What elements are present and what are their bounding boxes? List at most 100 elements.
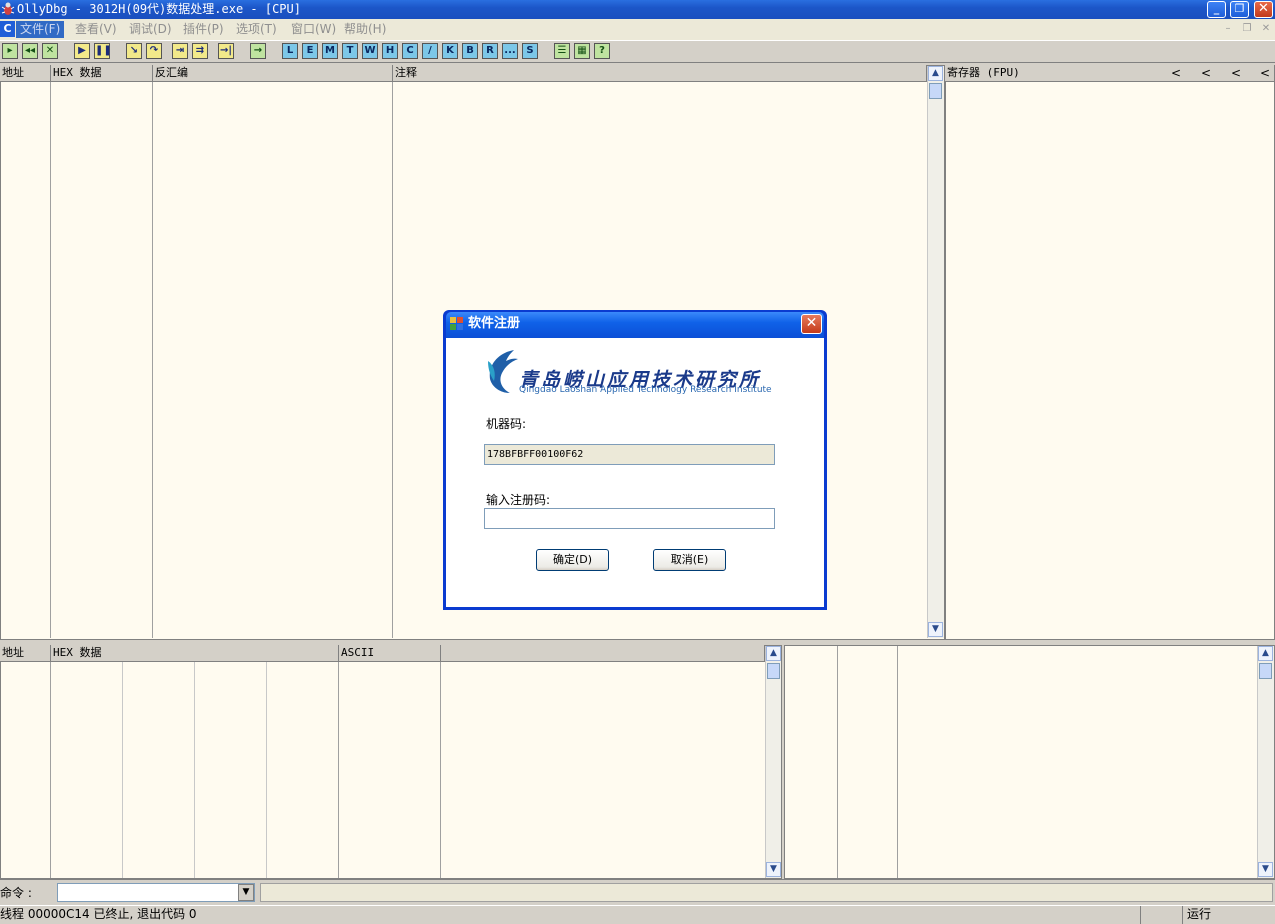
mdi-minimize-button[interactable]: – — [1222, 23, 1234, 35]
call-stack-icon[interactable]: K — [442, 43, 458, 59]
minimize-button[interactable]: _ — [1207, 1, 1226, 18]
open-icon[interactable]: ▸ — [2, 43, 18, 59]
disasm-scrollbar[interactable] — [927, 66, 944, 638]
dump-header-hex[interactable]: HEX 数据 — [51, 645, 339, 662]
source-icon[interactable]: S — [522, 43, 538, 59]
registration-code-input[interactable] — [484, 508, 775, 529]
trace-over-icon[interactable]: ⇉ — [192, 43, 208, 59]
disasm-header-hex[interactable]: HEX 数据 — [51, 65, 153, 82]
disasm-header-comment[interactable]: 注释 — [393, 65, 927, 82]
dump-header-ascii[interactable]: ASCII — [339, 645, 441, 662]
run-trace-icon[interactable]: ... — [502, 43, 518, 59]
scroll-down-icon[interactable]: ▼ — [1258, 862, 1273, 877]
column-divider — [440, 662, 441, 878]
close-button[interactable]: ✕ — [1254, 1, 1273, 18]
trace-into-icon[interactable]: ⇥ — [172, 43, 188, 59]
modules-icon[interactable]: E — [302, 43, 318, 59]
execute-till-return-icon[interactable]: →| — [218, 43, 234, 59]
scroll-down-icon[interactable]: ▼ — [766, 862, 781, 877]
menu-debug[interactable]: 调试(D) — [125, 21, 176, 38]
command-info-field — [260, 883, 1273, 902]
scroll-thumb[interactable] — [929, 83, 942, 99]
disasm-header-disassembly[interactable]: 反汇编 — [153, 65, 393, 82]
pause-icon[interactable]: ❚❚ — [94, 43, 112, 59]
dump-header-address[interactable]: 地址 — [0, 645, 51, 662]
run-icon[interactable]: ▶ — [74, 43, 90, 59]
dump-header-blank — [441, 645, 765, 662]
menu-file[interactable]: 文件(F) — [16, 21, 65, 38]
register-arrow-icon[interactable]: < — [1201, 66, 1211, 80]
scroll-up-icon[interactable]: ▲ — [766, 646, 781, 661]
menu-view[interactable]: 查看(V) — [71, 21, 121, 38]
column-divider — [266, 662, 267, 878]
ollydbg-bug-icon[interactable] — [1, 1, 15, 17]
column-divider — [152, 82, 153, 638]
cancel-button[interactable]: 取消(E) — [653, 549, 726, 571]
restore-button[interactable]: ❐ — [1230, 1, 1249, 18]
registers-pane[interactable] — [945, 65, 1275, 640]
window-title: OllyDbg - 3012H(09代)数据处理.exe - [CPU] — [17, 2, 301, 16]
dialog-close-button[interactable]: ✕ — [801, 314, 822, 334]
dump-scrollbar[interactable] — [765, 646, 781, 878]
scroll-thumb[interactable] — [767, 663, 780, 679]
registration-code-label: 输入注册码: — [486, 493, 551, 507]
status-divider — [1140, 906, 1141, 924]
institute-logo-subtitle: Qingdao Laoshan Applied Technology Resea… — [519, 385, 772, 395]
menu-options[interactable]: 选项(T) — [232, 21, 281, 38]
institute-logo-icon — [484, 347, 524, 395]
scroll-up-icon[interactable]: ▲ — [928, 66, 943, 81]
dialog-title: 软件注册 — [468, 316, 521, 331]
log-window-icon[interactable]: L — [282, 43, 298, 59]
menu-window[interactable]: 窗口(W) — [287, 21, 340, 38]
command-label: 命令 : — [0, 886, 32, 900]
scroll-up-icon[interactable]: ▲ — [1258, 646, 1273, 661]
windows-icon[interactable]: W — [362, 43, 378, 59]
ok-button[interactable]: 确定(D) — [536, 549, 609, 571]
machine-code-field[interactable]: 178BFBFF00100F62 — [484, 444, 775, 465]
go-to-icon[interactable]: → — [250, 43, 266, 59]
column-divider — [392, 82, 393, 638]
registers-header[interactable]: 寄存器 (FPU) — [945, 65, 1275, 82]
dialog-app-icon — [450, 317, 463, 330]
menu-help[interactable]: 帮助(H) — [340, 21, 390, 38]
chevron-down-icon[interactable]: ▼ — [238, 884, 254, 901]
restart-icon[interactable]: ◂◂ — [22, 43, 38, 59]
scroll-thumb[interactable] — [1259, 663, 1272, 679]
column-divider — [122, 662, 123, 878]
handles-icon[interactable]: H — [382, 43, 398, 59]
column-divider — [50, 662, 51, 878]
cpu-icon[interactable]: C — [402, 43, 418, 59]
register-arrow-icon[interactable]: < — [1231, 66, 1241, 80]
column-divider — [837, 646, 838, 878]
close-program-icon[interactable]: ✕ — [42, 43, 58, 59]
list-icon[interactable]: ☰ — [554, 43, 570, 59]
threads-icon[interactable]: T — [342, 43, 358, 59]
patches-icon[interactable]: / — [422, 43, 438, 59]
register-arrow-icon[interactable]: < — [1171, 66, 1181, 80]
machine-code-label: 机器码: — [486, 417, 527, 431]
stack-scrollbar[interactable] — [1257, 646, 1274, 878]
status-state: 运行 — [1187, 907, 1212, 921]
appearance-icon[interactable]: ▦ — [574, 43, 590, 59]
memory-map-icon[interactable]: M — [322, 43, 338, 59]
menu-plugins[interactable]: 插件(P) — [179, 21, 228, 38]
help-icon[interactable]: ? — [594, 43, 610, 59]
disasm-header-address[interactable]: 地址 — [0, 65, 51, 82]
mdi-child-icon[interactable]: C — [0, 21, 15, 37]
column-divider — [897, 646, 898, 878]
scroll-down-icon[interactable]: ▼ — [928, 622, 943, 637]
breakpoints-icon[interactable]: B — [462, 43, 478, 59]
column-divider — [50, 82, 51, 638]
status-divider — [1182, 906, 1183, 924]
step-over-icon[interactable]: ↷ — [146, 43, 162, 59]
mdi-close-button[interactable]: ✕ — [1260, 23, 1272, 35]
register-arrow-icon[interactable]: < — [1260, 66, 1270, 80]
stack-pane[interactable] — [784, 645, 1275, 879]
dump-pane[interactable] — [0, 645, 782, 879]
command-input[interactable] — [57, 883, 255, 902]
column-divider — [338, 662, 339, 878]
status-message: 线程 00000C14 已终止, 退出代码 0 — [0, 907, 197, 921]
mdi-restore-button[interactable]: ❐ — [1241, 23, 1253, 35]
references-icon[interactable]: R — [482, 43, 498, 59]
step-into-icon[interactable]: ↘ — [126, 43, 142, 59]
